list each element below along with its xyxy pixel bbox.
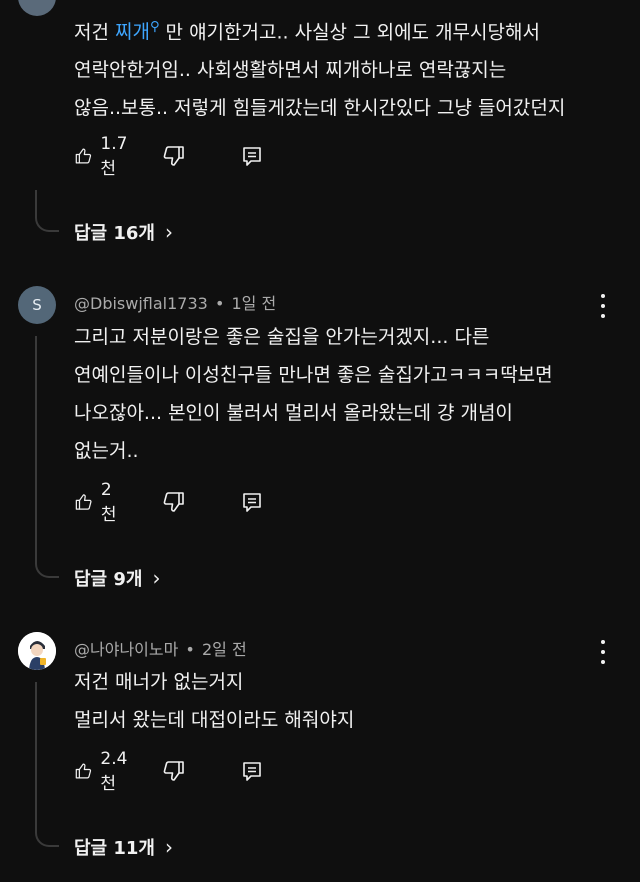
reply-button[interactable] [240, 758, 264, 784]
search-link[interactable]: 찌개⚲ [115, 20, 160, 43]
comment-line: 나오잖아... 본인이 불러서 멀리서 올라왔는데 걍 개념이 [74, 402, 513, 424]
chevron-right-icon: › [165, 220, 173, 244]
thread-connector [35, 336, 59, 578]
comment-line: 연예인들이나 이성친구들 만나면 좋은 술집가고ㅋㅋㅋ딱보면 [74, 364, 553, 386]
comment-body: 그리고 저분이랑은 좋은 술집을 안가는거겠지... 다른 연예인들이나 이성친… [74, 318, 604, 470]
reply-button[interactable] [240, 489, 264, 515]
reply-comment-icon [243, 762, 261, 781]
thumbs-down-icon [163, 146, 184, 166]
reply-button[interactable] [240, 143, 264, 169]
thumbs-up-icon [75, 763, 92, 779]
comment-body: 저건 매너가 없는거지 멀리서 왔는데 대접이라도 해줘야지 [74, 663, 604, 739]
like-count: 2천 [100, 479, 117, 525]
view-replies-button[interactable]: 답글 16개 › [74, 219, 173, 245]
author-name[interactable]: @나야나이노마 [74, 640, 178, 659]
comment-header: @Dbiswjflal1733 • 1일 전 [74, 290, 276, 314]
comment-line: 연락안한거임.. 사회생활하면서 찌개하나로 연락끊지는 [74, 59, 507, 82]
timestamp[interactable]: 2일 전 [202, 640, 247, 659]
dislike-button[interactable] [162, 489, 186, 515]
like-count: 2.4천 [100, 748, 128, 794]
separator: • [214, 294, 225, 313]
thumbs-down-icon [163, 492, 184, 512]
thumbs-up-icon [75, 148, 92, 164]
avatar-illustration [18, 632, 56, 670]
reply-comment-icon [243, 147, 261, 166]
chevron-right-icon: › [152, 566, 161, 590]
author-name[interactable]: @Dbiswjflal1733 [74, 294, 208, 313]
thread-connector [35, 190, 59, 232]
timestamp[interactable]: 1일 전 [231, 294, 276, 313]
comment-line: 저건 매너가 없는거지 [74, 671, 244, 693]
comment-line: 멀리서 왔는데 대접이라도 해줘야지 [74, 709, 355, 731]
like-button[interactable]: 2.4천 [74, 749, 133, 794]
dislike-button[interactable] [162, 143, 186, 169]
comments-page: 저건 찌개⚲ 만 얘기한거고.. 사실상 그 외에도 개무시당해서 연락안한거임… [0, 0, 640, 882]
avatar[interactable] [18, 0, 56, 16]
like-count: 1.7천 [100, 133, 128, 179]
comment-line: 않음..보통.. 저렇게 힘들게갔는데 한시간있다 그냥 들어갔던지 [74, 97, 566, 120]
like-button[interactable]: 2천 [74, 480, 122, 525]
separator: • [185, 640, 195, 659]
more-vertical-icon[interactable] [596, 294, 610, 318]
comment-header: @나야나이노마 • 2일 전 [74, 636, 247, 660]
comment-line: 그리고 저분이랑은 좋은 술집을 안가는거겠지... 다른 [74, 326, 490, 348]
comment-body: 저건 찌개⚲ 만 얘기한거고.. 사실상 그 외에도 개무시당해서 연락안한거임… [74, 9, 604, 127]
view-replies-button[interactable]: 답글 9개 › [74, 565, 160, 591]
more-vertical-icon[interactable] [596, 640, 610, 664]
avatar[interactable] [18, 632, 56, 670]
comment-line: 없는거.. [74, 440, 139, 462]
chevron-right-icon: › [165, 835, 173, 859]
magnifier-icon: ⚲ [149, 20, 160, 35]
avatar[interactable]: S [18, 286, 56, 324]
dislike-button[interactable] [162, 758, 186, 784]
thumbs-up-icon [75, 494, 92, 510]
comment-line: 저건 찌개⚲ 만 얘기한거고.. 사실상 그 외에도 개무시당해서 [74, 20, 540, 44]
reply-comment-icon [243, 493, 261, 512]
like-button[interactable]: 1.7천 [74, 134, 133, 179]
thread-connector [35, 682, 59, 847]
thumbs-down-icon [163, 761, 184, 781]
view-replies-button[interactable]: 답글 11개 › [74, 834, 173, 860]
